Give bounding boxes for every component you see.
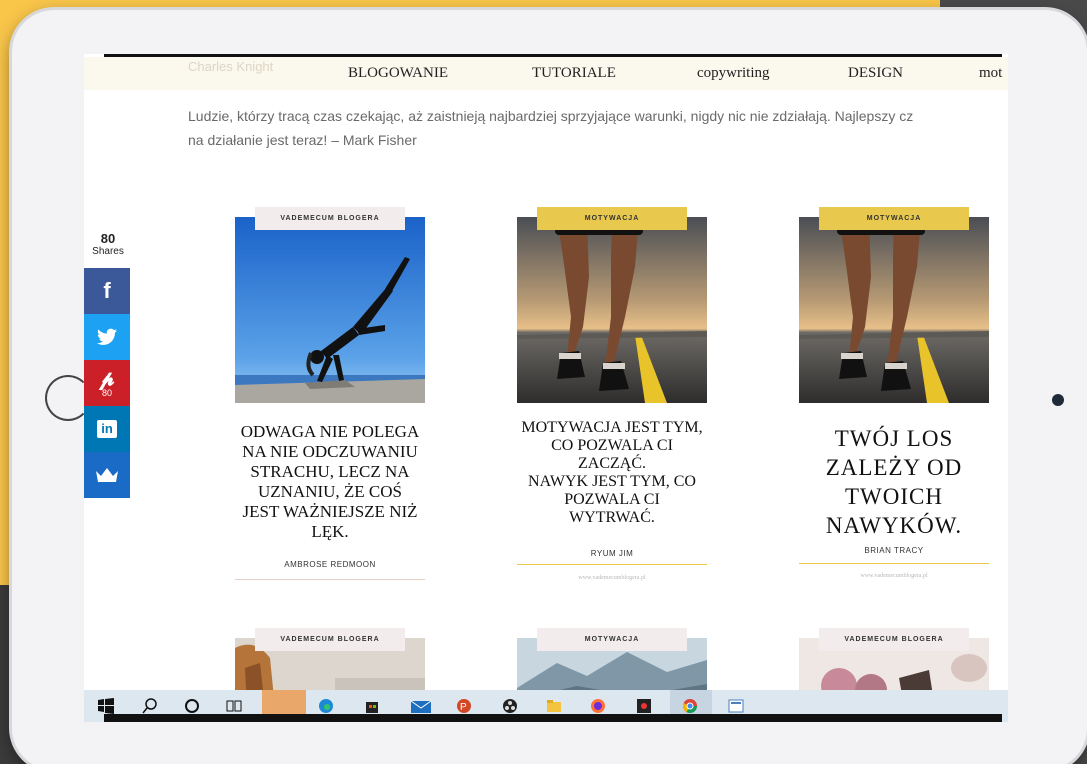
article-title-line: LĘK.: [311, 522, 349, 541]
article-image-yoga[interactable]: [235, 217, 425, 403]
nav-item-tutoriale[interactable]: TUTORIALE: [532, 65, 616, 82]
powerpoint-icon[interactable]: P: [456, 698, 472, 714]
crown-share-button[interactable]: [84, 452, 130, 498]
facebook-share-button[interactable]: f: [84, 268, 130, 314]
article-title-line: NA NIE ODCZUWANIU: [242, 442, 418, 461]
pinterest-share-button[interactable]: 𝓹 80: [84, 360, 130, 406]
nav-item-motywacja[interactable]: mot: [979, 65, 1002, 82]
nav-item-copywriting[interactable]: copywriting: [697, 65, 770, 82]
linkedin-icon: in: [97, 420, 117, 438]
cortana-icon[interactable]: [184, 698, 200, 714]
tablet-screen: Charles Knight BLOGOWANIE TUTORIALE copy…: [84, 54, 1008, 722]
chrome-icon[interactable]: [682, 698, 698, 714]
linkedin-share-button[interactable]: in: [84, 406, 130, 452]
edge-icon[interactable]: [318, 698, 334, 714]
article-title-line: ZALEŻY OD: [825, 455, 963, 480]
quote-text: Ludzie, którzy tracą czas czekając, aż z…: [188, 104, 1008, 152]
article-title-line: STRACHU, LECZ NA: [250, 462, 410, 481]
article-category-tag[interactable]: VADEMECUM BLOGERA: [255, 628, 405, 651]
article-divider: [517, 564, 707, 565]
article-category-tag[interactable]: VADEMECUM BLOGERA: [255, 207, 405, 230]
article-title-line: NAWYKÓW.: [825, 513, 963, 538]
firefox-icon[interactable]: [590, 698, 606, 714]
windows-start-icon[interactable]: [98, 698, 114, 714]
mail-icon[interactable]: [410, 698, 432, 714]
article-category-tag[interactable]: MOTYWACJA: [819, 207, 969, 230]
article-title-line: CO POZWALA CI: [551, 437, 673, 454]
share-count-label: Shares: [92, 246, 124, 257]
share-count-number: 80: [100, 231, 116, 246]
article-author: AMBROSE REDMOON: [284, 560, 376, 569]
share-counter: 80 Shares: [88, 232, 128, 258]
pinterest-icon: 𝓹: [99, 366, 115, 390]
article-image-runner[interactable]: [517, 217, 707, 403]
article-title[interactable]: MOTYWACJA JEST TYM, CO POZWALA CI ZACZĄĆ…: [502, 419, 722, 527]
article-category-tag[interactable]: MOTYWACJA: [537, 207, 687, 230]
article-category-tag[interactable]: VADEMECUM BLOGERA: [819, 628, 969, 651]
article-watermark-url: www.vademecumblogera.pl: [860, 573, 928, 579]
crown-icon: [96, 468, 118, 482]
article-title-line: WYTRWAĆ.: [569, 509, 655, 526]
nav-item-blogowanie[interactable]: BLOGOWANIE: [348, 65, 448, 82]
article-title-line: ODWAGA NIE POLEGA: [240, 422, 420, 441]
quote-line-1: Ludzie, którzy tracą czas czekając, aż z…: [188, 108, 914, 124]
svg-text:P: P: [460, 702, 467, 713]
file-explorer-icon[interactable]: [546, 698, 562, 714]
article-divider: [799, 563, 989, 564]
article-category-tag[interactable]: MOTYWACJA: [537, 628, 687, 651]
top-navigation: Charles Knight BLOGOWANIE TUTORIALE copy…: [84, 57, 1008, 90]
article-title-line: ZACZĄĆ.: [578, 455, 646, 472]
article-title-line: NAWYK JEST TYM, CO: [528, 473, 696, 490]
article-author: BRIAN TRACY: [864, 546, 924, 555]
article-title-line: TWÓJ LOS: [834, 426, 954, 451]
twitter-icon: [97, 328, 117, 345]
twitter-share-button[interactable]: [84, 314, 130, 360]
article-title[interactable]: ODWAGA NIE POLEGA NA NIE ODCZUWANIU STRA…: [220, 422, 440, 542]
pinterest-share-count: 80: [101, 388, 112, 398]
camera-icon: [1052, 394, 1064, 406]
article-title-line: UZNANIU, ŻE COŚ: [257, 482, 403, 501]
quote-line-2: na działanie jest teraz! – Mark Fisher: [188, 132, 417, 148]
article-watermark-url: www.vademecumblogera.pl: [578, 575, 646, 581]
article-title-line: MOTYWACJA JEST TYM,: [521, 419, 703, 436]
obs-icon[interactable]: [502, 698, 518, 714]
nav-ghost-text: Charles Knight: [188, 59, 274, 74]
facebook-icon: f: [103, 278, 111, 303]
media-app-icon[interactable]: [636, 698, 652, 714]
screen-bottom-bezel: [104, 714, 1002, 722]
article-title-line: JEST WAŻNIEJSZE NIŻ: [242, 502, 418, 521]
search-icon[interactable]: [142, 698, 158, 714]
article-title-line: TWOICH: [845, 484, 943, 509]
article-image-runner[interactable]: [799, 217, 989, 403]
photos-icon[interactable]: [728, 698, 744, 714]
article-title-line: POZWALA CI: [564, 491, 660, 508]
article-divider: [235, 579, 425, 580]
article-author: RYUM JIM: [590, 549, 634, 558]
task-view-icon[interactable]: [226, 698, 242, 714]
article-title[interactable]: TWÓJ LOS ZALEŻY OD TWOICH NAWYKÓW.: [784, 424, 1004, 540]
nav-item-design[interactable]: DESIGN: [848, 65, 903, 82]
store-icon[interactable]: [364, 698, 380, 714]
